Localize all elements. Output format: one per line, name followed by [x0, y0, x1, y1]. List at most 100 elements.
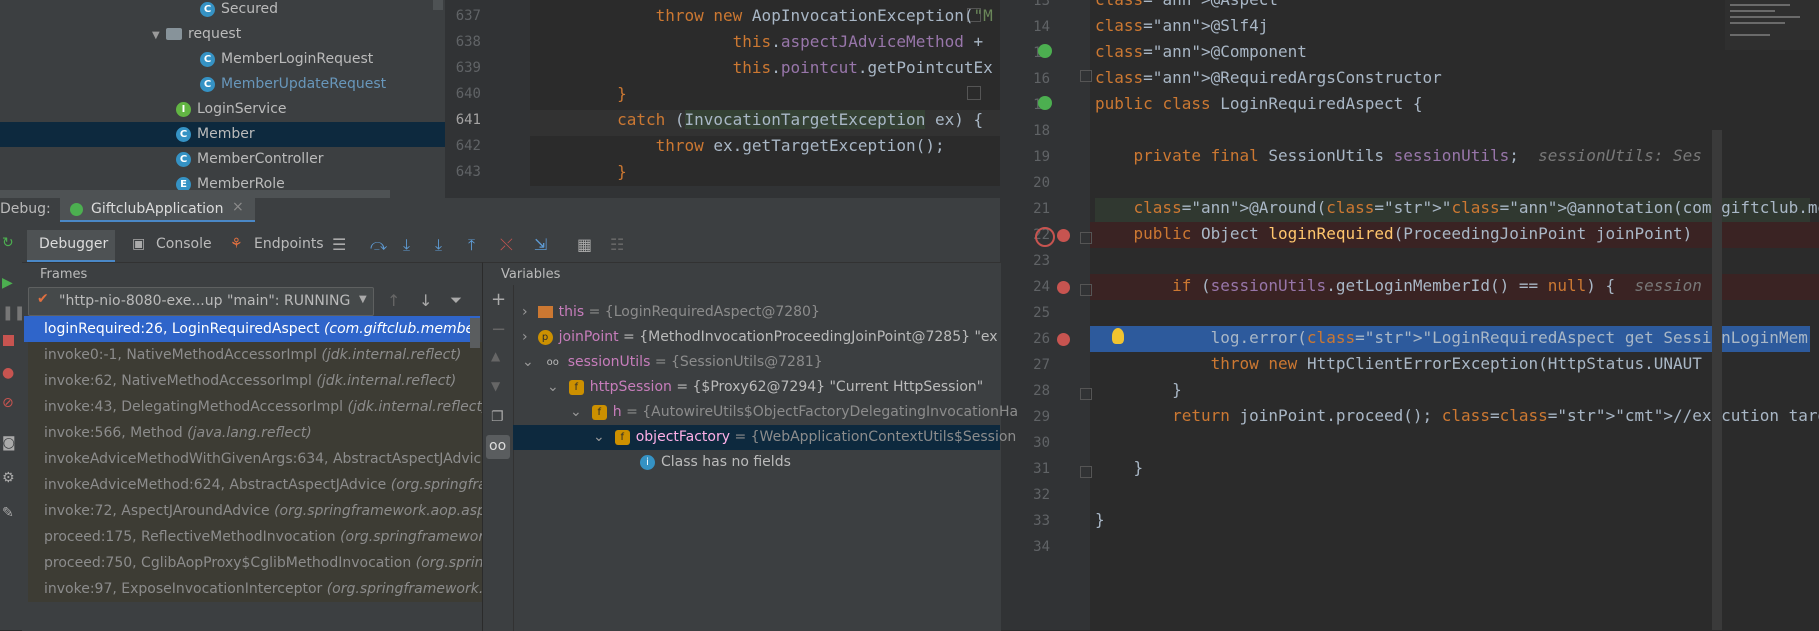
remove-watch-icon[interactable]: −: [491, 319, 506, 340]
breakpoint-icon[interactable]: [1057, 281, 1070, 294]
stack-frame[interactable]: invoke:97, ExposeInvocationInterceptor (…: [28, 576, 484, 602]
fold-marker-icon[interactable]: [967, 86, 981, 100]
variable-row[interactable]: › p joinPoint = {MethodInvocationProceedin…: [522, 325, 998, 350]
line-number: 640: [455, 86, 481, 102]
breakpoint-icon[interactable]: [1057, 229, 1070, 242]
line-number: 27: [1033, 357, 1050, 373]
variable-row[interactable]: i Class has no fields: [640, 450, 791, 475]
editor-horizontal-scrollbar[interactable]: [530, 186, 1000, 198]
layout-menu-icon[interactable]: ☰: [332, 235, 346, 254]
rerun-icon[interactable]: ↻: [2, 235, 14, 251]
tree-item-login-service[interactable]: I LoginService: [176, 97, 287, 122]
stack-frame[interactable]: invoke:566, Method (java.lang.reflect): [28, 420, 484, 446]
resume-icon[interactable]: ▶: [2, 275, 13, 291]
frames-scrollbar[interactable]: [470, 318, 480, 348]
variable-row[interactable]: ⌄ oo sessionUtils = {SessionUtils@7281}: [522, 350, 823, 375]
debug-side-toolbar: ↻ ▶ ❚❚ ● ⊘ ◙ ⚙ ✎: [0, 230, 25, 630]
run-to-cursor-icon[interactable]: ⇲: [534, 235, 547, 254]
arrow-down-icon[interactable]: ↓: [419, 291, 432, 310]
class-icon: C: [200, 51, 215, 67]
chevron-down-icon[interactable]: ⌄: [570, 404, 582, 420]
lightbulb-icon[interactable]: [1112, 328, 1124, 344]
mute-breakpoints-icon[interactable]: ⊘: [2, 395, 14, 411]
variable-row[interactable]: ⌄ f httpSession = {$Proxy62@7294} "Current…: [547, 375, 983, 400]
close-icon[interactable]: ×: [232, 199, 244, 215]
chevron-down-icon: ▼: [359, 294, 367, 305]
tree-item-secured[interactable]: C Secured: [200, 0, 278, 22]
stack-frame[interactable]: loginRequired:26, LoginRequiredAspect (c…: [24, 316, 480, 342]
debugger-toolbar: Debugger ▣ Console ⚘ Endpoints ☰ ⤼ ⤓ ⤓ ⤒ ⤬…: [22, 230, 1000, 262]
gear-icon[interactable]: ⚙: [2, 470, 15, 486]
variable-row[interactable]: ⌄ f h = {AutowireUtils$ObjectFactoryDelega…: [570, 400, 1018, 425]
library-source-editor[interactable]: 637 638 639 640 641 642 643 throw new Ao…: [445, 0, 1000, 198]
chevron-right-icon[interactable]: ›: [522, 304, 528, 320]
move-down-icon[interactable]: ▼: [491, 379, 500, 393]
tree-item-member[interactable]: C Member: [0, 122, 445, 147]
project-tree: C Secured ▼ request C MemberLoginRequest CM…: [0, 0, 445, 198]
breakpoint-icon[interactable]: [1057, 333, 1070, 346]
fold-marker-icon[interactable]: [1080, 388, 1092, 400]
folder-icon: [166, 28, 182, 40]
stack-frame[interactable]: invoke:43, DelegatingMethodAccessorImpl …: [28, 394, 484, 420]
stack-frame[interactable]: invoke:72, AspectJAroundAdvice (org.spri…: [28, 498, 484, 524]
tree-item-request[interactable]: ▼ request: [152, 22, 241, 47]
step-into-icon[interactable]: ⤓: [435, 235, 442, 255]
chevron-down-icon[interactable]: ⌄: [547, 379, 559, 395]
trace-icon[interactable]: ☷: [610, 235, 624, 254]
code-line-27: throw new HttpClientErrorException(HttpS…: [1210, 354, 1702, 373]
view-breakpoints-icon[interactable]: ●: [2, 365, 14, 381]
show-execution-point-icon[interactable]: ⤼: [370, 235, 387, 255]
fold-marker-icon[interactable]: [1080, 232, 1092, 244]
filter-icon[interactable]: ⏷: [450, 291, 462, 309]
chevron-down-icon[interactable]: ⌄: [593, 429, 605, 445]
tree-item-member-login-request[interactable]: C MemberLoginRequest: [200, 47, 373, 72]
stack-frame[interactable]: invoke0:-1, NativeMethodAccessorImpl (jd…: [28, 342, 484, 368]
thread-selector[interactable]: ✔ "http-nio-8080-exe...up "main": RUNNIN…: [28, 287, 374, 316]
step-over-icon[interactable]: ⤓: [403, 235, 410, 255]
pin-icon[interactable]: ✎: [2, 505, 14, 521]
duplicate-icon[interactable]: ❐: [491, 409, 504, 425]
tree-item-member-update-request[interactable]: C MemberUpdateRequest: [200, 72, 386, 97]
stop-icon[interactable]: [3, 335, 14, 346]
stack-frame[interactable]: invokeAdviceMethodWithGivenArgs:634, Abs…: [28, 446, 484, 472]
fold-marker-icon[interactable]: [1080, 466, 1092, 478]
debug-session-tab[interactable]: GiftclubApplication ×: [60, 198, 255, 222]
step-out-icon[interactable]: ⤒: [468, 235, 475, 255]
stack-frame[interactable]: proceed:750, CglibAopProxy$CglibMethodIn…: [28, 550, 484, 576]
line-number: 637: [455, 8, 481, 24]
show-watches-toggle[interactable]: oo: [486, 435, 510, 459]
evaluate-expression-icon[interactable]: ▦: [577, 235, 592, 254]
inline-value-hint: session: [1634, 276, 1702, 295]
arrow-up-icon[interactable]: ↑: [387, 291, 400, 310]
stack-frame[interactable]: invoke:62, NativeMethodAccessorImpl (jdk…: [28, 368, 484, 394]
drop-frame-icon[interactable]: ⤬: [500, 235, 513, 255]
debug-tab-bar: Debug: GiftclubApplication ×: [0, 198, 1000, 222]
advice-icon[interactable]: [1035, 227, 1055, 247]
move-up-icon[interactable]: ▲: [491, 349, 500, 363]
debug-title: Debug:: [0, 201, 51, 217]
stack-frame[interactable]: invokeAdviceMethod:624, AbstractAspectJA…: [28, 472, 484, 498]
spring-bean-icon[interactable]: [1038, 44, 1052, 58]
stack-frame[interactable]: proceed:175, ReflectiveMethodInvocation …: [28, 524, 484, 550]
main-source-editor[interactable]: 13 class="ann">@Aspect 14 class="ann">@Slf4…: [1000, 0, 1819, 630]
variable-row[interactable]: › this = {LoginRequiredAspect@7280}: [522, 300, 820, 325]
add-watch-icon[interactable]: +: [491, 289, 506, 310]
horizontal-scrollbar[interactable]: [0, 190, 390, 198]
minimap[interactable]: [1725, 0, 1819, 50]
spring-bean-icon[interactable]: [1038, 96, 1052, 110]
variable-row[interactable]: ⌄ f objectFactory = {WebApplicationContext…: [593, 425, 1016, 450]
field-icon: f: [591, 404, 607, 420]
chevron-down-icon[interactable]: ▼: [152, 23, 166, 48]
chevron-down-icon[interactable]: ⌄: [522, 354, 534, 370]
fold-marker-icon[interactable]: [1080, 284, 1092, 296]
tab-debugger[interactable]: Debugger: [27, 230, 115, 262]
spring-boot-icon: [70, 203, 83, 216]
fold-marker-icon[interactable]: [1080, 70, 1092, 82]
camera-icon[interactable]: ◙: [2, 435, 16, 451]
chevron-right-icon[interactable]: ›: [522, 329, 528, 345]
console-icon: ▣: [132, 236, 146, 252]
code-line-28: }: [1095, 380, 1182, 399]
vertical-scrollbar[interactable]: [433, 0, 443, 10]
tree-item-member-controller[interactable]: C MemberController: [176, 147, 323, 172]
vertical-scrollbar[interactable]: [1712, 130, 1722, 630]
